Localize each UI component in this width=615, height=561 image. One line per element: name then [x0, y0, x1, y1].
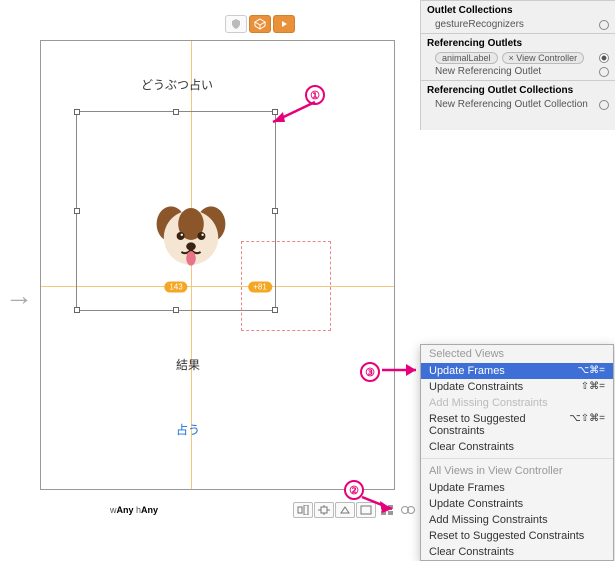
resolve-button[interactable]	[335, 502, 355, 518]
bottom-bar: wAny hAny	[40, 500, 420, 520]
toolbar-play-button[interactable]	[273, 15, 295, 33]
animal-label-row[interactable]: animalLabel × View Controller	[421, 51, 615, 65]
pin-button[interactable]	[314, 502, 334, 518]
size-class-label[interactable]: wAny hAny	[110, 505, 158, 515]
connect-circle-icon[interactable]	[599, 53, 609, 63]
new-ref-collection-row[interactable]: New Referencing Outlet Collection	[421, 98, 615, 111]
outlet-collections-header: Outlet Collections	[421, 3, 615, 18]
title-label[interactable]: どうぶつ占い	[141, 76, 213, 93]
menu-update-frames-all[interactable]: Update Frames	[421, 480, 613, 496]
referencing-outlets-header: Referencing Outlets	[421, 36, 615, 51]
back-arrow-icon[interactable]: →	[5, 280, 33, 312]
menu-header-all: All Views in View Controller	[421, 462, 613, 480]
menu-update-constraints-all[interactable]: Update Constraints	[421, 496, 613, 512]
grid-button[interactable]	[377, 502, 397, 518]
menu-clear[interactable]: Clear Constraints	[421, 439, 613, 455]
canvas-frame[interactable]: 143 +81 どうぶつ占い 結果 占う	[40, 40, 395, 490]
result-label[interactable]: 結果	[176, 356, 200, 373]
animal-label-pill[interactable]: animalLabel	[435, 52, 498, 64]
menu-add-missing: Add Missing Constraints	[421, 395, 613, 411]
menu-header-selected: Selected Views	[421, 345, 613, 363]
connect-circle-icon[interactable]	[599, 20, 609, 30]
constraint-badge-right[interactable]: +81	[248, 282, 272, 293]
align-button[interactable]	[293, 502, 313, 518]
new-ref-outlet-row[interactable]: New Referencing Outlet	[421, 65, 615, 78]
dog-image[interactable]	[151, 196, 231, 276]
action-label[interactable]: 占う	[176, 421, 200, 438]
inspector-panel: Outlet Collections gestureRecognizers Re…	[420, 0, 615, 130]
toolbar-shield-button[interactable]	[225, 15, 247, 33]
view-controller-pill[interactable]: × View Controller	[502, 52, 585, 64]
menu-update-frames[interactable]: Update Frames⌥⌘=	[421, 363, 613, 379]
gesture-row[interactable]: gestureRecognizers	[421, 18, 615, 31]
connect-circle-icon[interactable]	[599, 100, 609, 110]
menu-reset-all[interactable]: Reset to Suggested Constraints	[421, 528, 613, 544]
resize-button[interactable]	[356, 502, 376, 518]
connect-circle-icon[interactable]	[599, 67, 609, 77]
circles-button[interactable]	[398, 502, 418, 518]
menu-update-constraints[interactable]: Update Constraints⇧⌘=	[421, 379, 613, 395]
menu-reset[interactable]: Reset to Suggested Constraints⌥⇧⌘=	[421, 411, 613, 439]
resolve-context-menu: Selected Views Update Frames⌥⌘= Update C…	[420, 344, 614, 561]
menu-clear-all[interactable]: Clear Constraints	[421, 544, 613, 560]
toolbar-cube-button[interactable]	[249, 15, 271, 33]
constraint-badge-left[interactable]: 143	[164, 282, 187, 293]
menu-add-missing-all[interactable]: Add Missing Constraints	[421, 512, 613, 528]
ref-outlet-collections-header: Referencing Outlet Collections	[421, 83, 615, 98]
